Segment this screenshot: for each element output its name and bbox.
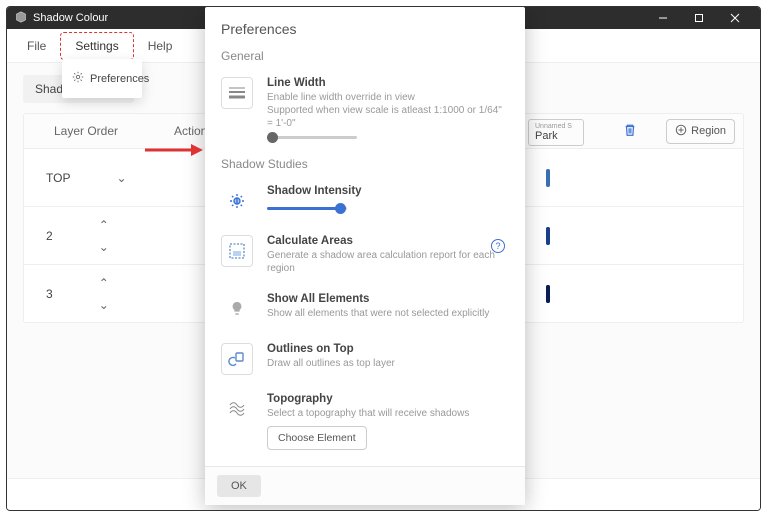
color-swatch[interactable] bbox=[546, 227, 550, 245]
lightbulb-icon bbox=[221, 293, 253, 325]
submenu-preferences[interactable]: Preferences bbox=[62, 65, 142, 92]
color-swatch[interactable] bbox=[546, 169, 550, 187]
ok-button[interactable]: OK bbox=[217, 475, 261, 497]
close-button[interactable] bbox=[718, 7, 752, 29]
scenario-tab[interactable]: Unnamed S Park bbox=[528, 119, 584, 146]
plus-circle-icon bbox=[675, 124, 687, 139]
settings-submenu: Preferences bbox=[62, 59, 142, 98]
move-up-button[interactable]: ⌃ bbox=[99, 219, 109, 231]
move-down-button[interactable]: ⌄ bbox=[99, 299, 109, 311]
topography-icon bbox=[221, 393, 253, 425]
menu-settings[interactable]: Settings bbox=[60, 32, 133, 60]
move-down-button[interactable]: ⌄ bbox=[99, 241, 109, 253]
choose-element-button[interactable]: Choose Element bbox=[267, 426, 367, 450]
pref-calculate-areas[interactable]: Calculate Areas Generate a shadow area c… bbox=[221, 227, 509, 285]
menu-help[interactable]: Help bbox=[134, 33, 187, 59]
line-width-slider[interactable] bbox=[267, 136, 357, 139]
layer-label: 2 bbox=[46, 229, 53, 243]
preferences-dialog: Preferences General Line Width Enable li… bbox=[205, 7, 525, 505]
pref-outlines-on-top[interactable]: Outlines on Top Draw all outlines as top… bbox=[221, 335, 509, 385]
gear-icon bbox=[72, 71, 84, 86]
add-region-button[interactable]: Region bbox=[666, 119, 735, 144]
app-window: Shadow Colour File Settings Help Prefere… bbox=[6, 6, 761, 511]
pref-shadow-intensity: Shadow Intensity bbox=[221, 177, 509, 227]
menu-file[interactable]: File bbox=[13, 33, 60, 59]
layer-label: 3 bbox=[46, 287, 53, 301]
section-shadow: Shadow Studies bbox=[221, 157, 509, 171]
maximize-button[interactable] bbox=[682, 7, 716, 29]
pref-topography: Topography Select a topography that will… bbox=[221, 385, 509, 460]
intensity-slider[interactable] bbox=[267, 207, 347, 210]
submenu-label: Preferences bbox=[90, 73, 149, 85]
pref-line-width: Line Width Enable line width override in… bbox=[221, 69, 509, 149]
pref-show-all[interactable]: Show All Elements Show all elements that… bbox=[221, 285, 509, 335]
window-title: Shadow Colour bbox=[33, 12, 108, 24]
trash-icon[interactable] bbox=[623, 126, 637, 140]
line-width-icon bbox=[221, 77, 253, 109]
move-up-button[interactable]: ⌃ bbox=[99, 277, 109, 289]
dialog-footer: OK bbox=[205, 466, 525, 505]
outlines-icon bbox=[221, 343, 253, 375]
move-down-button[interactable]: ⌄ bbox=[116, 172, 126, 184]
app-icon bbox=[15, 11, 27, 26]
help-icon[interactable]: ? bbox=[491, 239, 505, 253]
calculate-areas-icon bbox=[221, 235, 253, 267]
section-general: General bbox=[221, 49, 509, 63]
color-swatch[interactable] bbox=[546, 285, 550, 303]
annotation-arrow-icon bbox=[143, 141, 203, 164]
layer-label: TOP bbox=[46, 171, 70, 185]
minimize-button[interactable] bbox=[646, 7, 680, 29]
brightness-icon bbox=[221, 185, 253, 217]
dialog-title: Preferences bbox=[221, 21, 509, 37]
